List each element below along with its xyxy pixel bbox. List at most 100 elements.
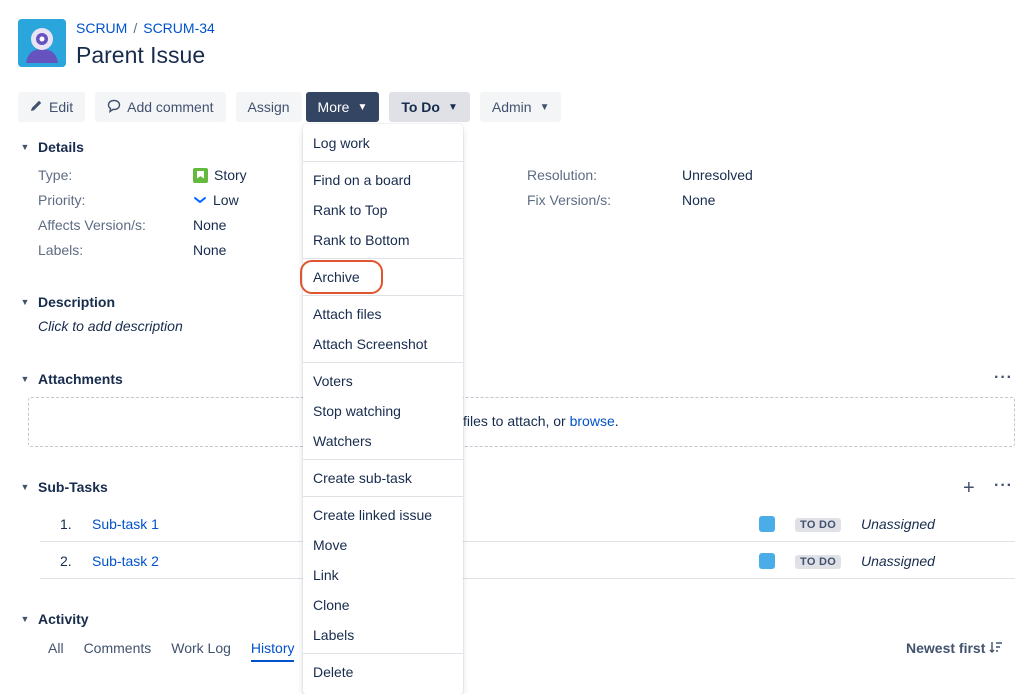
menu-item-delete[interactable]: Delete xyxy=(313,664,353,680)
activity-tabs: All Comments Work Log History xyxy=(48,640,295,662)
more-dropdown-menu: Log work Find on a board Rank to Top Ran… xyxy=(303,124,463,694)
sort-order-button[interactable]: Newest first xyxy=(906,640,1003,656)
menu-item-create-subtask[interactable]: Create sub-task xyxy=(313,470,412,486)
subtasks-section-toggle[interactable]: ▼ Sub-Tasks xyxy=(18,479,108,495)
add-comment-label: Add comment xyxy=(127,99,214,115)
more-horizontal-icon[interactable]: ··· xyxy=(994,477,1013,495)
menu-item-rank-to-bottom[interactable]: Rank to Bottom xyxy=(313,232,410,248)
menu-item-move[interactable]: Move xyxy=(313,537,347,553)
menu-item-attach-screenshot[interactable]: Attach Screenshot xyxy=(313,336,427,352)
table-row: 2. Sub-task 2 TO DO Unassigned xyxy=(40,542,1015,579)
breadcrumb-project-link[interactable]: SCRUM xyxy=(76,20,127,36)
menu-item-clone[interactable]: Clone xyxy=(313,597,350,613)
chevron-down-icon: ▼ xyxy=(20,374,30,384)
table-row: 1. Sub-task 1 TO DO Unassigned xyxy=(40,505,1015,542)
admin-label: Admin xyxy=(491,99,532,115)
tab-all[interactable]: All xyxy=(48,640,64,662)
menu-divider xyxy=(303,161,463,162)
menu-item-voters[interactable]: Voters xyxy=(313,373,353,389)
affects-version-value: None xyxy=(193,217,227,233)
story-icon xyxy=(193,167,208,183)
subtasks-heading: Sub-Tasks xyxy=(38,479,108,495)
edit-button[interactable]: Edit xyxy=(18,92,86,122)
menu-divider xyxy=(303,362,463,363)
menu-divider xyxy=(303,459,463,460)
fix-version-value: None xyxy=(682,192,716,208)
status-badge[interactable]: TO DO xyxy=(795,555,842,569)
more-horizontal-icon[interactable]: ··· xyxy=(994,369,1013,387)
labels-value[interactable]: None xyxy=(193,242,226,258)
status-label: To Do xyxy=(401,99,440,115)
activity-section-toggle[interactable]: ▼ Activity xyxy=(18,611,89,627)
affects-version-label: Affects Version/s: xyxy=(38,217,146,233)
status-badge[interactable]: TO DO xyxy=(795,518,842,532)
dropzone-text: files to attach, or browse. xyxy=(463,413,619,429)
subtask-link[interactable]: Sub-task 1 xyxy=(92,516,159,532)
tab-work-log[interactable]: Work Log xyxy=(171,640,231,662)
menu-divider xyxy=(303,258,463,259)
assign-button[interactable]: Assign xyxy=(235,92,302,122)
tab-comments[interactable]: Comments xyxy=(84,640,152,662)
attachments-heading: Attachments xyxy=(38,371,123,387)
description-field[interactable]: Click to add description xyxy=(38,318,183,334)
project-avatar[interactable] xyxy=(18,19,66,67)
menu-item-log-work[interactable]: Log work xyxy=(313,135,370,151)
priority-value-text: Low xyxy=(213,192,239,208)
subtask-icon xyxy=(759,553,775,569)
priority-value: Low xyxy=(193,192,239,208)
chevron-down-icon: ▼ xyxy=(20,297,30,307)
more-label: More xyxy=(317,99,350,115)
menu-divider xyxy=(303,653,463,654)
subtask-assignee: Unassigned xyxy=(861,516,935,532)
activity-heading: Activity xyxy=(38,611,89,627)
tab-history[interactable]: History xyxy=(250,640,295,662)
status-button[interactable]: To Do ▼ xyxy=(389,92,470,122)
chevron-down-icon: ▼ xyxy=(20,614,30,624)
menu-item-rank-to-top[interactable]: Rank to Top xyxy=(313,202,387,218)
chevron-down-icon: ▼ xyxy=(539,101,550,113)
subtask-number: 1. xyxy=(60,516,72,532)
type-value: Story xyxy=(193,167,247,183)
subtask-number: 2. xyxy=(60,553,72,569)
menu-divider xyxy=(303,295,463,296)
assign-label: Assign xyxy=(247,99,290,115)
resolution-label: Resolution: xyxy=(527,167,598,183)
description-heading: Description xyxy=(38,294,116,310)
menu-divider xyxy=(303,496,463,497)
sort-icon xyxy=(989,640,1003,656)
priority-low-icon xyxy=(193,192,207,208)
breadcrumb-issue-link[interactable]: SCRUM-34 xyxy=(143,20,215,36)
sort-label: Newest first xyxy=(906,640,986,656)
description-section-toggle[interactable]: ▼ Description xyxy=(18,294,115,310)
more-button[interactable]: More ▼ xyxy=(305,92,380,122)
menu-item-labels[interactable]: Labels xyxy=(313,627,354,643)
issue-toolbar: Edit Add comment Assign More ▼ To Do ▼ A… xyxy=(18,92,562,122)
breadcrumb: SCRUM / SCRUM-34 xyxy=(76,20,215,36)
details-heading: Details xyxy=(38,139,84,155)
menu-item-create-linked-issue[interactable]: Create linked issue xyxy=(313,507,432,523)
browse-link[interactable]: browse xyxy=(570,413,615,429)
subtask-icon xyxy=(759,516,775,532)
subtask-assignee: Unassigned xyxy=(861,553,935,569)
labels-label: Labels: xyxy=(38,242,84,258)
menu-item-stop-watching[interactable]: Stop watching xyxy=(313,403,401,419)
admin-button[interactable]: Admin ▼ xyxy=(479,92,562,122)
breadcrumb-separator: / xyxy=(133,20,138,36)
menu-item-watchers[interactable]: Watchers xyxy=(313,433,372,449)
chevron-down-icon: ▼ xyxy=(20,482,30,492)
subtask-link[interactable]: Sub-task 2 xyxy=(92,553,159,569)
comment-icon xyxy=(107,99,121,116)
pencil-icon xyxy=(30,99,43,115)
edit-label: Edit xyxy=(49,99,74,115)
fix-version-label: Fix Version/s: xyxy=(527,192,612,208)
add-comment-button[interactable]: Add comment xyxy=(95,92,226,122)
dropzone-instructions: files to attach, or xyxy=(463,413,566,429)
add-subtask-icon[interactable]: + xyxy=(963,477,975,500)
menu-item-link[interactable]: Link xyxy=(313,567,339,583)
dropzone-period: . xyxy=(614,413,619,429)
archive-highlight-annotation xyxy=(300,260,383,294)
details-section-toggle[interactable]: ▼ Details xyxy=(18,139,84,155)
menu-item-find-on-board[interactable]: Find on a board xyxy=(313,172,411,188)
attachments-section-toggle[interactable]: ▼ Attachments xyxy=(18,371,123,387)
menu-item-attach-files[interactable]: Attach files xyxy=(313,306,381,322)
